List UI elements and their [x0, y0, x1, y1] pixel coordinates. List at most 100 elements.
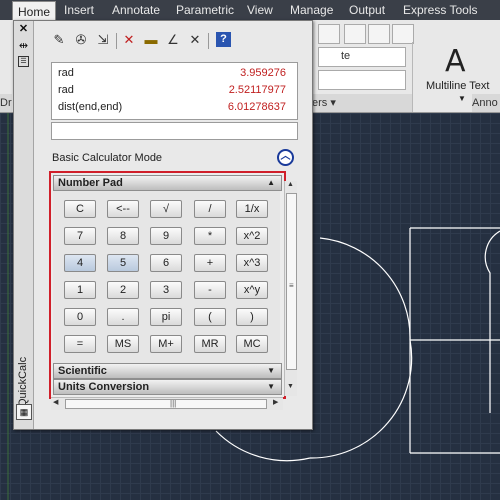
- key-plus[interactable]: +: [194, 254, 226, 272]
- key-0[interactable]: 0: [64, 308, 96, 326]
- key-clear[interactable]: C: [64, 200, 96, 218]
- calculator-icon: ▦: [16, 404, 32, 420]
- history-expression: rad: [58, 67, 74, 79]
- ribbon-panel-label-annotation: Anno: [472, 94, 500, 112]
- key-9[interactable]: 9: [150, 227, 182, 245]
- key-square[interactable]: x^2: [236, 227, 268, 245]
- section-scientific-header[interactable]: Scientific ▼: [53, 363, 282, 379]
- scroll-up-icon[interactable]: ▲: [287, 181, 294, 188]
- scroll-right-icon[interactable]: ▶: [273, 398, 278, 406]
- ribbon-tool-button[interactable]: [344, 24, 366, 44]
- section-title: Number Pad: [58, 177, 123, 189]
- history-value: 3.959276: [240, 67, 286, 79]
- help-icon[interactable]: ?: [216, 32, 231, 47]
- key-3[interactable]: 3: [150, 281, 182, 299]
- arc-shape-right: [484, 230, 500, 413]
- ribbon-separator: [412, 42, 413, 112]
- tab-express-tools[interactable]: Express Tools: [403, 0, 477, 20]
- auto-hide-icon[interactable]: ⇹: [17, 40, 30, 53]
- grip-icon: ≡: [289, 281, 294, 290]
- history-row[interactable]: dist(end,end) 6.01278637: [58, 99, 291, 116]
- key-cube[interactable]: x^3: [236, 254, 268, 272]
- ribbon-panel-label-draw: Dr: [0, 94, 12, 112]
- input-box[interactable]: [51, 122, 298, 140]
- key-memory-add[interactable]: M+: [150, 335, 182, 353]
- history-expression: rad: [58, 84, 74, 96]
- key-memory-store[interactable]: MS: [107, 335, 139, 353]
- arc-shape-lower: [215, 430, 311, 462]
- multiline-text-label[interactable]: Multiline Text: [426, 80, 489, 92]
- history-value: 2.52117977: [228, 84, 286, 96]
- history-area[interactable]: rad 3.959276 rad 2.52117977 dist(end,end…: [51, 62, 298, 120]
- collapse-mode-button[interactable]: ︿: [277, 149, 294, 166]
- palette-title: QuickCalc: [17, 356, 29, 407]
- toolbar-separator: [116, 33, 117, 49]
- distance-icon[interactable]: ▬: [142, 31, 160, 49]
- mode-label: Basic Calculator Mode: [52, 152, 163, 164]
- close-icon[interactable]: ✕: [17, 23, 30, 36]
- key-1[interactable]: 1: [64, 281, 96, 299]
- scroll-down-icon[interactable]: ▼: [287, 383, 294, 390]
- key-6[interactable]: 6: [150, 254, 182, 272]
- tab-home[interactable]: Home: [12, 1, 56, 21]
- ribbon-combo[interactable]: te: [318, 47, 406, 67]
- scrollbar-thumb[interactable]: |||: [65, 399, 267, 409]
- key-divide[interactable]: /: [194, 200, 226, 218]
- tab-annotate[interactable]: Annotate: [112, 0, 160, 20]
- key-equals[interactable]: =: [64, 335, 96, 353]
- tab-insert[interactable]: Insert: [64, 0, 94, 20]
- tab-parametric[interactable]: Parametric: [176, 0, 234, 20]
- palette-titlebar[interactable]: ✕ ⇹ ☰ QuickCalc ▦: [14, 21, 34, 429]
- chevron-down-icon[interactable]: ▼: [458, 94, 466, 103]
- clear-icon[interactable]: ✎: [50, 31, 68, 49]
- scrollbar-thumb[interactable]: ≡: [286, 193, 297, 370]
- key-2[interactable]: 2: [107, 281, 139, 299]
- section-title: Scientific: [58, 365, 107, 377]
- ribbon-panel-label-layers: ers ▾: [312, 94, 412, 112]
- key-power[interactable]: x^y: [236, 281, 268, 299]
- intersection-icon[interactable]: ✕: [186, 31, 204, 49]
- key-decimal[interactable]: .: [107, 308, 139, 326]
- quickcalc-palette: ✕ ⇹ ☰ QuickCalc ▦ ✎ ✇ ⇲ ✕ ▬ ∠ ✕ ? rad 3.…: [13, 20, 313, 430]
- key-open-paren[interactable]: (: [194, 308, 226, 326]
- key-5[interactable]: 5: [107, 254, 139, 272]
- history-row[interactable]: rad 2.52117977: [58, 82, 291, 99]
- section-number-pad-header[interactable]: Number Pad ▲: [53, 175, 282, 191]
- history-expression: dist(end,end): [58, 101, 123, 113]
- history-row[interactable]: rad 3.959276: [58, 65, 291, 82]
- key-multiply[interactable]: *: [194, 227, 226, 245]
- key-7[interactable]: 7: [64, 227, 96, 245]
- key-backspace[interactable]: <--: [107, 200, 139, 218]
- ribbon-tool-button[interactable]: [392, 24, 414, 44]
- key-sqrt[interactable]: √: [150, 200, 182, 218]
- clear-history-icon[interactable]: ✇: [72, 31, 90, 49]
- tab-view[interactable]: View: [247, 0, 273, 20]
- scroll-left-icon[interactable]: ◀: [53, 398, 58, 406]
- section-units-conversion-header[interactable]: Units Conversion ▼: [53, 379, 282, 395]
- toolbar-separator: [208, 33, 209, 49]
- key-reciprocal[interactable]: 1/x: [236, 200, 268, 218]
- key-memory-recall[interactable]: MR: [194, 335, 226, 353]
- key-4[interactable]: 4: [64, 254, 96, 272]
- ribbon-combo-2[interactable]: [318, 70, 406, 90]
- key-close-paren[interactable]: ): [236, 308, 268, 326]
- paste-value-icon[interactable]: ⇲: [94, 31, 112, 49]
- tab-manage[interactable]: Manage: [290, 0, 333, 20]
- tab-output[interactable]: Output: [349, 0, 385, 20]
- get-coordinates-icon[interactable]: ✕: [120, 31, 138, 49]
- key-pi[interactable]: pi: [150, 308, 182, 326]
- angle-icon[interactable]: ∠: [164, 31, 182, 49]
- ribbon-tool-button[interactable]: [318, 24, 340, 44]
- ribbon-tool-button[interactable]: [368, 24, 390, 44]
- calculator-sections: Number Pad ▲ C <-- √ / 1/x 7 8 9 * x^2 4…: [49, 171, 286, 399]
- history-value: 6.01278637: [227, 101, 286, 113]
- key-memory-clear[interactable]: MC: [236, 335, 268, 353]
- number-pad: C <-- √ / 1/x 7 8 9 * x^2 4 5 6 + x^3 1 …: [53, 191, 280, 365]
- vertical-scrollbar[interactable]: ▲ ≡ ▼: [284, 181, 297, 396]
- horizontal-scrollbar[interactable]: ◀ ||| ▶: [51, 397, 283, 410]
- arc-shape: [309, 237, 413, 459]
- multiline-text-icon[interactable]: A: [445, 44, 466, 79]
- properties-icon[interactable]: ☰: [18, 56, 29, 67]
- key-8[interactable]: 8: [107, 227, 139, 245]
- key-minus[interactable]: -: [194, 281, 226, 299]
